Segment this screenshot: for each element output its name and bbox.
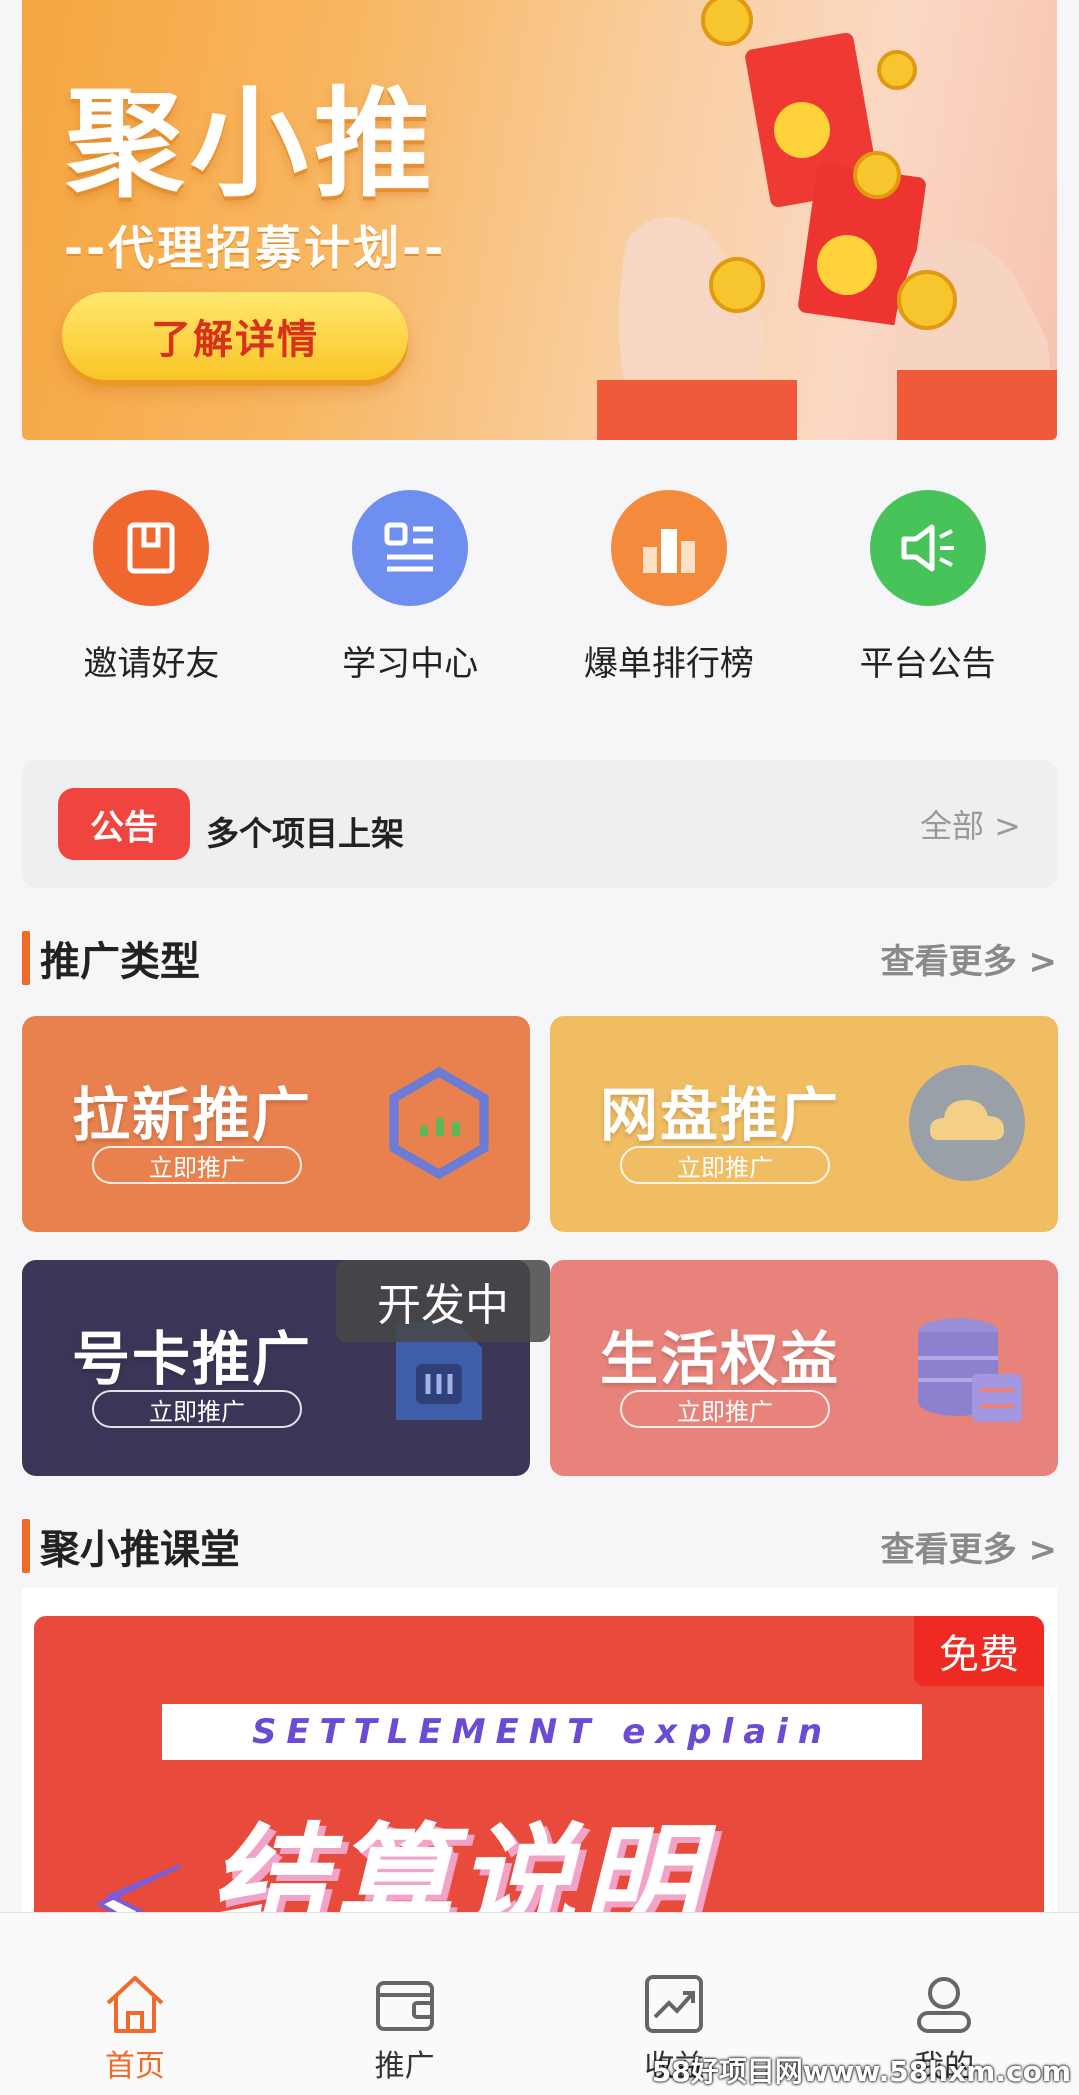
free-badge: 免费	[914, 1616, 1044, 1686]
promo-card-life-benefits[interactable]: 生活权益 立即推广	[550, 1260, 1058, 1476]
quicknav-sales-ranking[interactable]: 爆单排行榜	[540, 490, 799, 700]
notice-badge: 公告	[58, 788, 190, 860]
promote-now-button[interactable]: 立即推广	[620, 1390, 830, 1428]
card-title: 号卡推广	[72, 1325, 313, 1393]
book-icon	[93, 490, 210, 606]
home-icon	[106, 1976, 164, 2033]
card-title: 网盘推广	[600, 1081, 841, 1149]
classroom-section-header: 聚小推课堂 查看更多 >	[22, 1516, 1057, 1576]
coins-icon	[918, 1318, 1022, 1422]
quicknav-label: 邀请好友	[83, 644, 220, 684]
bar-chart-icon	[610, 490, 727, 606]
notice-text: 多个项目上架	[206, 814, 404, 853]
trend-icon	[645, 1975, 704, 2033]
quicknav-label: 学习中心	[342, 644, 479, 684]
learn-more-button[interactable]: 了解详情	[62, 292, 408, 380]
top-banner[interactable]: 聚小推 --代理招募计划-- 了解详情	[22, 0, 1057, 440]
promote-now-button[interactable]: 立即推广	[92, 1146, 302, 1184]
watermark-text: 58好项目网www.58hxm.com	[651, 2055, 1071, 2088]
promote-now-button[interactable]: 立即推广	[620, 1146, 830, 1184]
quicknav-label: 爆单排行榜	[583, 644, 754, 684]
promo-card-new-user[interactable]: 拉新推广 立即推广	[22, 1016, 530, 1232]
promo-more-link[interactable]: 查看更多 >	[881, 934, 1057, 983]
quicknav-announcements[interactable]: 平台公告	[798, 490, 1057, 700]
tab-promote[interactable]: 推广	[270, 1913, 540, 2095]
promo-section-header: 推广类型 查看更多 >	[22, 928, 1057, 988]
section-accent-bar	[22, 1519, 30, 1573]
quicknav-learning-center[interactable]: 学习中心	[281, 490, 540, 700]
tab-home[interactable]: 首页	[0, 1913, 270, 2095]
card-title: 拉新推广	[72, 1081, 313, 1149]
hexagon-chart-icon	[389, 1066, 489, 1180]
quick-nav: 邀请好友 学习中心 爆单排行榜 平台公告	[22, 490, 1057, 700]
section-title: 推广类型	[40, 939, 200, 985]
quicknav-invite-friends[interactable]: 邀请好友	[22, 490, 281, 700]
tab-label: 推广	[374, 2049, 435, 2084]
banner-subtitle: --代理招募计划--	[64, 221, 447, 275]
notice-bar[interactable]: 公告 多个项目上架 全部 >	[22, 760, 1057, 888]
course-subtitle: SETTLEMENT explain	[162, 1704, 922, 1760]
user-icon	[917, 1977, 972, 2033]
section-accent-bar	[22, 931, 30, 985]
promote-now-button[interactable]: 立即推广	[92, 1390, 302, 1428]
red-envelope-hands-illustration	[597, 0, 1057, 440]
quicknav-label: 平台公告	[859, 644, 996, 684]
speaker-icon	[869, 490, 986, 606]
banner-title: 聚小推	[66, 75, 439, 213]
wallet-icon	[375, 1981, 434, 2031]
card-title: 生活权益	[600, 1325, 841, 1393]
list-icon	[352, 490, 469, 606]
in-development-tag: 开发中	[336, 1260, 550, 1342]
classroom-more-link[interactable]: 查看更多 >	[881, 1522, 1057, 1571]
cloud-icon	[909, 1065, 1025, 1181]
notice-all-link[interactable]: 全部 >	[920, 801, 1021, 847]
section-title: 聚小推课堂	[40, 1527, 240, 1573]
tab-label: 首页	[104, 2049, 165, 2084]
promo-card-cloud-drive[interactable]: 网盘推广 立即推广	[550, 1016, 1058, 1232]
